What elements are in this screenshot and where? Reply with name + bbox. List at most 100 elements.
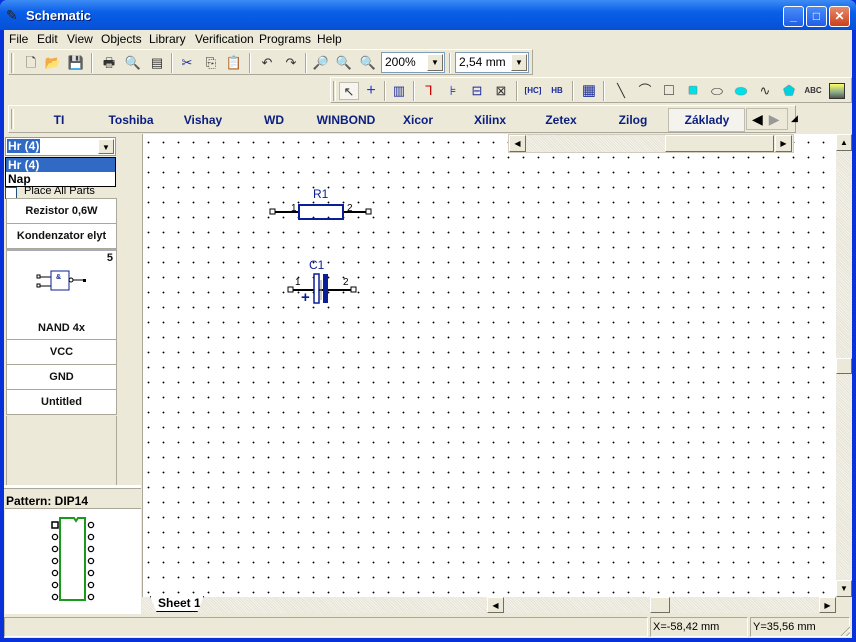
- zoom-fit-icon[interactable]: 🔍: [358, 54, 378, 72]
- tab-strip-scrollbar[interactable]: ◀ ▶: [508, 134, 794, 153]
- zoom-in-icon[interactable]: 🔎: [311, 54, 331, 72]
- rectangle-icon[interactable]: □: [659, 82, 679, 100]
- c1-pin1: 1: [295, 277, 301, 288]
- scroll-left-icon[interactable]: ◀: [487, 597, 504, 613]
- picture-icon[interactable]: [829, 83, 845, 99]
- tab-vishay[interactable]: Vishay: [184, 113, 222, 127]
- dip14-footprint-icon: [51, 517, 95, 601]
- tab-ti[interactable]: TI: [54, 113, 65, 127]
- tab-zetex[interactable]: Zetex: [545, 113, 576, 127]
- group-combo[interactable]: Hr (4) ▼: [5, 137, 116, 156]
- menu-file[interactable]: File: [9, 32, 28, 46]
- zoom-out-icon[interactable]: 🔍: [334, 54, 354, 72]
- sheet-tab-label: Sheet 1: [158, 596, 201, 610]
- wire-icon[interactable]: ⅂: [419, 82, 439, 100]
- menu-bar: File Edit View Objects Library Verificat…: [4, 30, 852, 48]
- resistor-r1[interactable]: R1 1 2: [269, 187, 372, 220]
- toolbar-grip[interactable]: [333, 81, 336, 101]
- paste-icon[interactable]: 📋: [224, 54, 244, 72]
- arc-icon[interactable]: ⌒: [635, 82, 655, 100]
- text-icon[interactable]: ABC: [803, 82, 823, 100]
- crosshair-icon[interactable]: +: [361, 82, 381, 100]
- filled-rectangle-icon[interactable]: ■: [683, 82, 703, 100]
- select-pointer-icon[interactable]: ↖: [339, 82, 359, 100]
- vertical-scrollbar[interactable]: ▲ ▼: [836, 134, 852, 597]
- tab-scroll-left-icon[interactable]: ◀: [752, 111, 763, 127]
- dropdown-option-hr[interactable]: Hr (4): [6, 158, 115, 172]
- capacitor-c1[interactable]: C1 1 2 +: [287, 258, 357, 306]
- new-icon[interactable]: 🗋: [21, 54, 41, 72]
- polyline-icon[interactable]: ∿: [755, 82, 775, 100]
- part-rezistor[interactable]: Rezistor 0,6W: [6, 199, 117, 224]
- horizontal-scroll-thumb[interactable]: [650, 597, 670, 613]
- client-area: File Edit View Objects Library Verificat…: [4, 30, 852, 638]
- close-button[interactable]: ✕: [829, 6, 850, 27]
- tab-xilinx[interactable]: Xilinx: [474, 113, 506, 127]
- tab-scroll-right-icon[interactable]: ▶: [769, 111, 780, 127]
- undo-icon[interactable]: ↶: [257, 54, 277, 72]
- part-nand[interactable]: 5 & NAND 4x: [6, 249, 117, 340]
- toolbar-grip[interactable]: [11, 109, 14, 129]
- minimize-button[interactable]: _: [783, 6, 804, 27]
- scroll-right-icon[interactable]: ▶: [819, 597, 836, 613]
- hierarchical-block-icon[interactable]: HB: [547, 82, 567, 100]
- horizontal-scrollbar[interactable]: ◀ ▶: [487, 597, 836, 613]
- print-preview-icon[interactable]: 🔍: [123, 54, 143, 72]
- tab-zilog[interactable]: Zilog: [619, 113, 648, 127]
- line-icon[interactable]: ╲: [611, 82, 631, 100]
- zoom-select[interactable]: 200% ▼: [381, 52, 445, 73]
- junction-icon[interactable]: ⊠: [491, 82, 511, 100]
- scroll-left-icon[interactable]: ◀: [509, 135, 526, 152]
- component-icon[interactable]: ▥: [389, 82, 409, 100]
- part-untitled[interactable]: Untitled: [6, 390, 117, 415]
- copy-icon[interactable]: ⎘: [201, 54, 221, 72]
- separator: [516, 81, 518, 101]
- menu-programs[interactable]: Programs: [259, 32, 311, 46]
- chevron-down-icon[interactable]: ▼: [511, 54, 527, 71]
- separator: [171, 53, 173, 73]
- vertical-scroll-thumb[interactable]: [836, 358, 852, 374]
- part-vcc[interactable]: VCC: [6, 340, 117, 365]
- tab-wd[interactable]: WD: [264, 113, 284, 127]
- menu-verification[interactable]: Verification: [195, 32, 254, 46]
- scroll-right-icon[interactable]: ▶: [775, 135, 792, 152]
- grid-select[interactable]: 2,54 mm ▼: [455, 52, 529, 73]
- title-bar[interactable]: ✎ Schematic _ □ ✕: [0, 0, 856, 30]
- tab-xicor[interactable]: Xicor: [403, 113, 433, 127]
- hierarchical-connector-icon[interactable]: [HC]: [523, 82, 543, 100]
- menu-view[interactable]: View: [67, 32, 93, 46]
- dropdown-option-nap[interactable]: Nap: [6, 172, 115, 186]
- filled-ellipse-icon[interactable]: ⬬: [731, 82, 751, 100]
- scroll-thumb[interactable]: [665, 135, 774, 152]
- save-icon[interactable]: 💾: [66, 54, 86, 72]
- menu-help[interactable]: Help: [317, 32, 342, 46]
- menu-edit[interactable]: Edit: [37, 32, 58, 46]
- schematic-canvas[interactable]: R1 1 2 C1 1 2 +: [142, 134, 836, 597]
- polygon-icon[interactable]: ⬟: [779, 82, 799, 100]
- cut-icon[interactable]: ✂: [177, 54, 197, 72]
- maximize-button[interactable]: □: [806, 6, 827, 27]
- table-icon[interactable]: ▦: [579, 82, 599, 100]
- page-setup-icon[interactable]: ▤: [147, 54, 167, 72]
- redo-icon[interactable]: ↷: [281, 54, 301, 72]
- ellipse-icon[interactable]: ⬭: [707, 82, 727, 100]
- scroll-down-icon[interactable]: ▼: [836, 580, 852, 597]
- tab-zaklady[interactable]: Základy: [685, 113, 730, 127]
- part-kondenzator[interactable]: Kondenzator elyt: [6, 224, 117, 249]
- print-icon[interactable]: 🖶: [99, 54, 119, 72]
- svg-text:&: &: [56, 274, 61, 281]
- open-icon[interactable]: 📂: [43, 54, 63, 72]
- toolbar-grip[interactable]: [11, 53, 14, 73]
- scroll-up-icon[interactable]: ▲: [836, 134, 852, 151]
- sheet-tab-1[interactable]: Sheet 1: [150, 596, 204, 612]
- menu-library[interactable]: Library: [149, 32, 186, 46]
- net-label-icon[interactable]: ⊟: [467, 82, 487, 100]
- chevron-down-icon[interactable]: ▼: [98, 139, 114, 154]
- bus-icon[interactable]: ⊧: [443, 82, 463, 100]
- menu-objects[interactable]: Objects: [101, 32, 142, 46]
- tab-menu-icon[interactable]: ◢: [791, 113, 798, 124]
- chevron-down-icon[interactable]: ▼: [427, 54, 443, 71]
- part-gnd[interactable]: GND: [6, 365, 117, 390]
- tab-toshiba[interactable]: Toshiba: [108, 113, 153, 127]
- tab-winbond[interactable]: WINBOND: [317, 113, 376, 127]
